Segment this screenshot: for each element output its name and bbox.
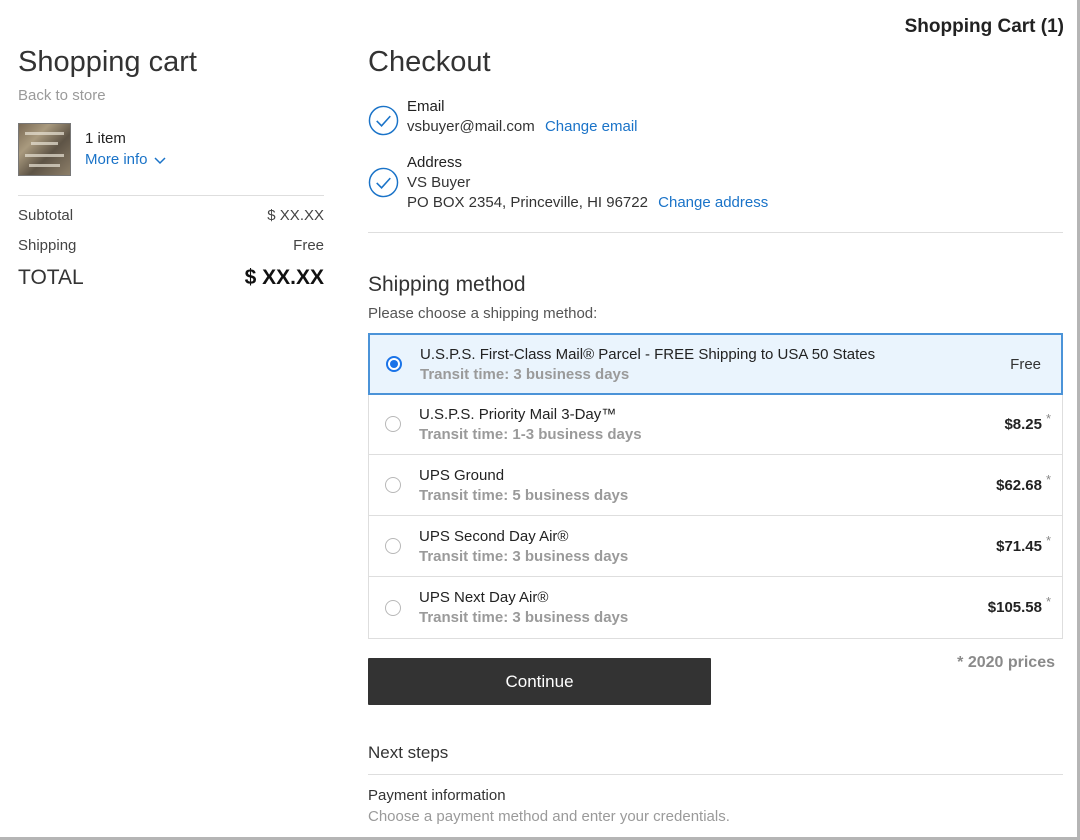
radio-selected[interactable] <box>386 356 402 372</box>
prices-footnote: * 2020 prices <box>957 654 1055 671</box>
cart-item-row: 1 item More info <box>18 123 324 176</box>
radio-unselected[interactable] <box>385 538 401 554</box>
radio-unselected[interactable] <box>385 477 401 493</box>
option-transit: Transit time: 1-3 business days <box>419 425 642 443</box>
option-transit: Transit time: 3 business days <box>419 609 629 626</box>
option-transit: Transit time: 3 business days <box>420 365 630 383</box>
option-name: UPS Next Day Air® <box>419 589 549 606</box>
sidebar-title: Shopping cart <box>18 46 197 78</box>
radio-unselected[interactable] <box>385 599 401 616</box>
email-step: Email vsbuyer@mail.com Change email <box>368 97 1063 137</box>
chevron-down-icon <box>154 156 166 164</box>
change-email-link[interactable]: Change email <box>545 118 638 135</box>
product-thumbnail <box>18 123 71 176</box>
cart-sidebar: Shopping cart Back to store 1 item More … <box>18 46 324 290</box>
option-price: $62.68 <box>996 476 1042 494</box>
check-circle-icon <box>368 167 399 198</box>
address-label: Address <box>407 154 463 171</box>
price-footnote-star: * <box>1045 472 1051 487</box>
address-step: Address VS Buyer PO BOX 2354, Princevill… <box>368 153 1063 213</box>
subtotal-value: $ XX.XX <box>267 207 324 224</box>
option-transit: Transit time: 5 business days <box>419 486 629 504</box>
more-info-toggle[interactable]: More info <box>85 151 166 168</box>
price-footnote-star: * <box>1045 594 1051 609</box>
payment-info-subtitle: Choose a payment method and enter your c… <box>368 808 730 825</box>
option-name: UPS Second Day Air® <box>419 527 569 545</box>
option-price: $105.58 <box>987 599 1042 616</box>
price-footnote-star: * <box>1045 411 1051 426</box>
option-price: $71.45 <box>996 537 1042 555</box>
back-to-store-link[interactable]: Back to store <box>18 87 324 104</box>
subtotal-label: Subtotal <box>18 207 74 224</box>
shipping-option-ups-second-day[interactable]: UPS Second Day Air® Transit time: 3 busi… <box>369 516 1062 577</box>
subtotal-row: Subtotal $ XX.XX <box>18 207 324 224</box>
email-label: Email <box>407 98 445 115</box>
shipping-method-list: U.S.P.S. First-Class Mail® Parcel - FREE… <box>368 333 1063 639</box>
shipping-option-usps-priority[interactable]: U.S.P.S. Priority Mail 3-Day™ Transit ti… <box>369 394 1062 455</box>
checkout-divider <box>368 232 1063 233</box>
item-count: 1 item <box>85 130 126 147</box>
checkout-title: Checkout <box>368 46 491 78</box>
option-transit: Transit time: 3 business days <box>419 547 629 565</box>
continue-row: Continue * 2020 prices <box>368 654 1063 705</box>
shipping-label: Shipping <box>18 237 77 254</box>
radio-unselected[interactable] <box>385 416 401 432</box>
check-circle-icon <box>368 105 399 136</box>
shipping-option-ups-next-day[interactable]: UPS Next Day Air® Transit time: 3 busine… <box>369 577 1062 638</box>
checkout-main: Checkout Email vsbuyer@mail.com Change e… <box>368 46 1063 825</box>
shipping-row: Shipping Free <box>18 237 324 254</box>
address-name: VS Buyer <box>407 174 471 191</box>
option-name: U.S.P.S. First-Class Mail® Parcel - FREE… <box>420 345 876 363</box>
continue-button[interactable]: Continue <box>368 658 711 705</box>
shipping-option-ups-ground[interactable]: UPS Ground Transit time: 5 business days… <box>369 455 1062 516</box>
change-address-link[interactable]: Change address <box>658 194 768 211</box>
address-line: PO BOX 2354, Princeville, HI 96722 <box>407 194 648 211</box>
next-steps-title: Next steps <box>368 743 449 762</box>
option-name: UPS Ground <box>419 466 505 484</box>
next-steps-divider <box>368 774 1063 775</box>
total-row: TOTAL $ XX.XX <box>18 266 324 290</box>
sidebar-divider <box>18 195 324 196</box>
email-value: vsbuyer@mail.com <box>407 118 535 135</box>
price-footnote-star: * <box>1045 533 1051 548</box>
shopping-cart-link[interactable]: Shopping Cart (1) <box>905 16 1064 38</box>
shipping-option-usps-first-class[interactable]: U.S.P.S. First-Class Mail® Parcel - FREE… <box>368 333 1063 395</box>
shipping-method-subtitle: Please choose a shipping method: <box>368 305 598 322</box>
option-price: Free <box>1010 355 1041 373</box>
more-info-label: More info <box>85 151 148 168</box>
option-price: $8.25 <box>1004 415 1042 433</box>
payment-info-title: Payment information <box>368 787 506 804</box>
shipping-value: Free <box>293 237 324 254</box>
shipping-method-title: Shipping method <box>368 273 526 296</box>
total-value: $ XX.XX <box>244 266 324 289</box>
total-label: TOTAL <box>18 266 84 289</box>
option-name: U.S.P.S. Priority Mail 3-Day™ <box>419 405 617 423</box>
